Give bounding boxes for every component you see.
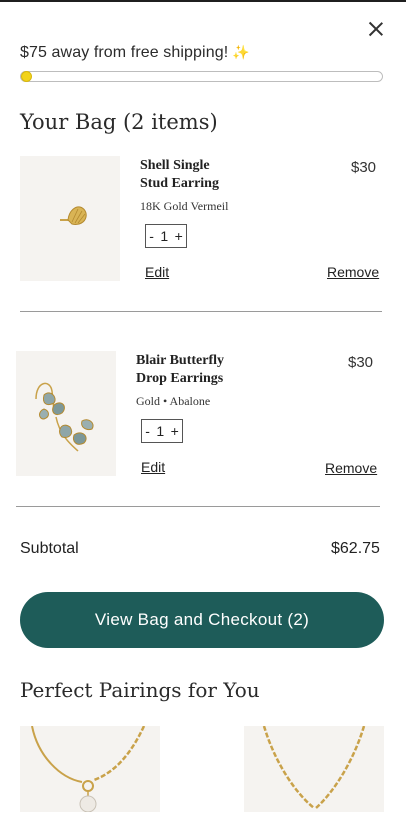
pairing-product-pearl-necklace[interactable] xyxy=(20,725,160,813)
increase-quantity-button[interactable]: + xyxy=(175,228,183,244)
decrease-quantity-button[interactable]: - xyxy=(149,228,154,244)
product-price: $30 xyxy=(351,159,377,176)
item-divider xyxy=(16,506,380,507)
pearl-necklace-image xyxy=(31,725,146,813)
quantity-value: 1 xyxy=(160,228,169,244)
shell-earring-image xyxy=(60,206,87,225)
close-icon[interactable] xyxy=(366,19,386,39)
bag-title: Your Bag (2 items) xyxy=(20,110,218,134)
shipping-progress-bar xyxy=(20,71,383,82)
product-variant: 18K Gold Vermeil xyxy=(140,199,229,213)
remove-link[interactable]: Remove xyxy=(325,460,377,476)
checkout-button-label: View Bag and Checkout (2) xyxy=(94,610,310,629)
pairing-product-gold-chain[interactable] xyxy=(244,725,384,812)
product-variant: Gold • Abalone xyxy=(136,394,211,408)
gold-chain-necklace-image xyxy=(262,725,366,809)
free-shipping-message: $75 away from free shipping! ✨ xyxy=(20,44,250,62)
quantity-stepper: - 1 + xyxy=(141,419,183,443)
product-image-butterfly[interactable] xyxy=(16,351,116,476)
checkout-button[interactable]: View Bag and Checkout (2) xyxy=(20,592,384,648)
edit-link[interactable]: Edit xyxy=(141,459,165,475)
decrease-quantity-button[interactable]: - xyxy=(145,423,150,439)
progress-indicator xyxy=(21,71,32,82)
product-name[interactable]: Blair Butterfly Drop Earrings xyxy=(136,352,246,388)
product-name[interactable]: Shell Single Stud Earring xyxy=(140,157,240,193)
product-price: $30 xyxy=(348,354,374,371)
quantity-value: 1 xyxy=(156,423,165,439)
butterfly-earrings-image xyxy=(35,382,94,452)
subtotal-label: Subtotal xyxy=(20,540,79,557)
product-image-shell-stud[interactable] xyxy=(20,156,120,281)
pairings-title: Perfect Pairings for You xyxy=(20,678,260,702)
remove-link[interactable]: Remove xyxy=(327,264,379,280)
edit-link[interactable]: Edit xyxy=(145,264,169,280)
sparkle-icon: ✨ xyxy=(232,44,250,60)
increase-quantity-button[interactable]: + xyxy=(171,423,179,439)
item-divider xyxy=(20,311,382,312)
quantity-stepper: - 1 + xyxy=(145,224,187,248)
top-border xyxy=(0,0,406,2)
shipping-text: $75 away from free shipping! xyxy=(20,44,229,61)
subtotal-value: $62.75 xyxy=(331,540,380,557)
